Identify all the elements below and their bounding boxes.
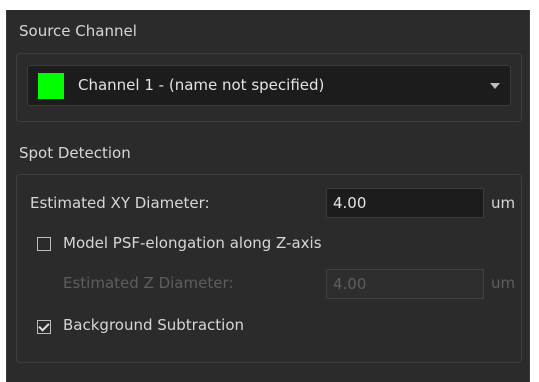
- settings-panel: Source Channel Channel 1 - (name not spe…: [6, 10, 530, 382]
- background-subtraction-checkbox[interactable]: [37, 320, 51, 334]
- chevron-down-icon: [490, 83, 500, 89]
- channel-color-swatch: [38, 73, 64, 99]
- xy-diameter-input[interactable]: [326, 188, 484, 218]
- xy-diameter-unit: um: [491, 194, 516, 212]
- psf-elongation-label[interactable]: Model PSF-elongation along Z-axis: [63, 234, 322, 252]
- spot-detection-title: Spot Detection: [19, 144, 131, 162]
- channel-dropdown[interactable]: Channel 1 - (name not specified): [27, 65, 511, 106]
- background-subtraction-label[interactable]: Background Subtraction: [63, 316, 244, 334]
- psf-elongation-checkbox[interactable]: [37, 237, 51, 251]
- xy-diameter-label: Estimated XY Diameter:: [30, 194, 210, 212]
- source-channel-title: Source Channel: [19, 22, 137, 40]
- z-diameter-label: Estimated Z Diameter:: [63, 274, 234, 292]
- z-diameter-unit: um: [491, 274, 516, 292]
- checkmark-icon: [38, 320, 50, 332]
- channel-dropdown-label: Channel 1 - (name not specified): [78, 76, 325, 94]
- z-diameter-input[interactable]: [326, 269, 484, 299]
